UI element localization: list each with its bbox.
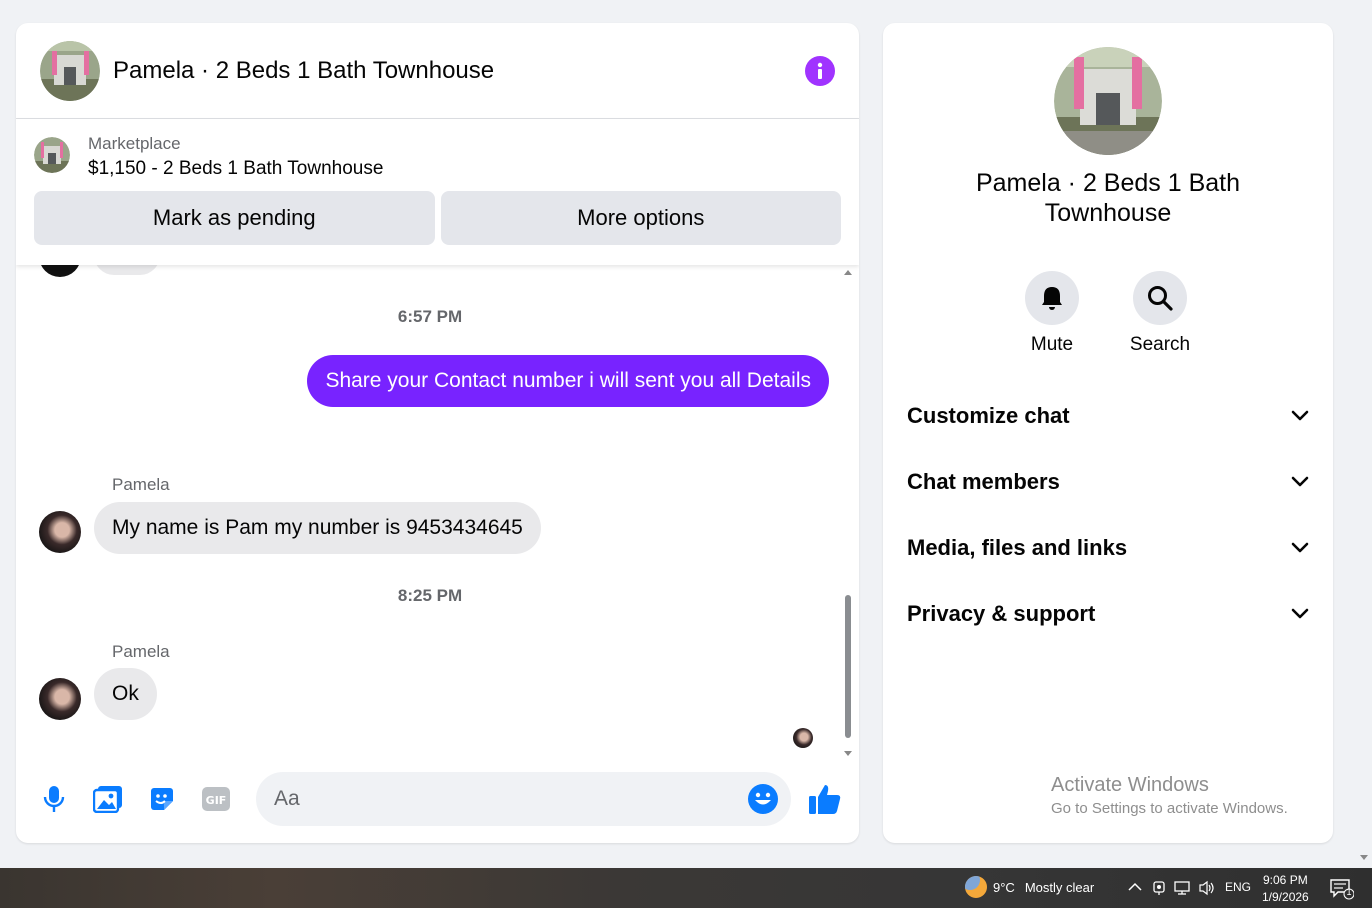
microphone-button[interactable]	[36, 781, 72, 817]
message-input-box	[256, 772, 791, 826]
taskbar: 9°C Mostly clear ENG 9:06 PM 1/9/2026 1	[0, 868, 1372, 908]
message-timestamp: 6:57 PM	[397, 307, 463, 326]
chat-header: Pamela · 2 Beds 1 Bath Townhouse	[16, 23, 859, 119]
profile-avatar[interactable]	[1054, 47, 1162, 155]
network-icon[interactable]	[1174, 880, 1192, 896]
sender-name: Pamela	[112, 475, 170, 494]
scroll-thumb[interactable]	[845, 595, 851, 738]
chat-avatar[interactable]	[40, 40, 100, 101]
weather-desc: Mostly clear	[1024, 879, 1095, 895]
notification-count: 1	[1346, 887, 1352, 897]
message-scrollbar[interactable]	[842, 267, 854, 756]
gif-button[interactable]: GIF	[198, 781, 234, 817]
section-label: Customize chat	[907, 403, 1070, 428]
chat-panel: Pamela · 2 Beds 1 Bath Townhouse Marketp…	[16, 23, 859, 843]
gif-icon: GIF	[202, 787, 230, 811]
weather-temp: 9°C	[993, 879, 1015, 895]
attach-image-button[interactable]	[90, 781, 126, 817]
info-button[interactable]	[805, 55, 835, 86]
like-icon	[809, 785, 841, 814]
svg-text:GIF: GIF	[206, 794, 227, 807]
message-bubble-partial	[94, 265, 160, 275]
message-input[interactable]	[274, 787, 747, 811]
message-timestamp: 8:25 PM	[397, 586, 463, 605]
listing-info[interactable]: Marketplace $1,150 - 2 Beds 1 Bath Townh…	[34, 133, 841, 183]
listing-name: $1,150 - 2 Beds 1 Bath Townhouse	[88, 158, 384, 179]
sender-avatar[interactable]	[39, 678, 81, 720]
chat-members-section[interactable]: Chat members	[907, 462, 1309, 502]
activate-windows-watermark: Activate Windows Go to Settings to activ…	[1051, 774, 1288, 817]
listing-text: Marketplace $1,150 - 2 Beds 1 Bath Townh…	[88, 133, 383, 183]
search-circle	[1133, 271, 1187, 325]
sticker-button[interactable]	[144, 781, 180, 817]
language-indicator[interactable]: ENG	[1225, 880, 1251, 894]
info-icon	[817, 62, 823, 79]
meet-icon[interactable]	[1152, 880, 1166, 896]
watermark-title: Activate Windows	[1051, 774, 1209, 796]
listing-source: Marketplace	[88, 134, 181, 153]
section-label: Chat members	[907, 469, 1060, 494]
chevron-down-icon	[1291, 410, 1309, 421]
section-label: Privacy & support	[907, 601, 1096, 626]
mute-button[interactable]: Mute	[1007, 271, 1097, 356]
weather-moon-icon	[965, 876, 987, 898]
sender-name: Pamela	[112, 642, 170, 661]
notification-center-button[interactable]: 1	[1330, 878, 1355, 903]
search-icon	[1148, 286, 1173, 311]
mark-as-pending-button[interactable]: Mark as pending	[34, 191, 435, 245]
more-options-button[interactable]: More options	[440, 191, 841, 245]
sender-avatar[interactable]	[39, 511, 81, 553]
image-icon	[93, 786, 122, 813]
media-files-links-section[interactable]: Media, files and links	[907, 528, 1309, 568]
mute-label: Mute	[1030, 334, 1074, 355]
avatar	[39, 265, 81, 277]
section-label: Media, files and links	[907, 535, 1128, 560]
clock-date: 1/9/2026	[1262, 890, 1309, 904]
like-button[interactable]	[807, 781, 843, 817]
chevron-down-icon	[1291, 476, 1309, 487]
conversation-details-panel: Pamela · 2 Beds 1 Bath Townhouse Mute Se…	[883, 23, 1333, 843]
message-composer: GIF	[16, 755, 859, 843]
chevron-down-icon	[1291, 542, 1309, 553]
incoming-message[interactable]: Ok	[94, 668, 157, 720]
show-hidden-icons-icon[interactable]	[1128, 882, 1142, 892]
customize-chat-section[interactable]: Customize chat	[907, 396, 1309, 436]
scroll-up-arrow[interactable]	[844, 270, 852, 275]
microphone-icon	[43, 786, 65, 812]
profile-name: Pamela · 2 Beds 1 Bath Townhouse	[975, 169, 1241, 227]
incoming-message[interactable]: My name is Pam my number is 9453434645	[94, 502, 541, 554]
watermark-subtitle: Go to Settings to activate Windows.	[1051, 800, 1288, 817]
outgoing-message[interactable]: Share your Contact number i will sent yo…	[307, 355, 829, 407]
privacy-support-section[interactable]: Privacy & support	[907, 594, 1309, 634]
volume-icon[interactable]	[1198, 880, 1216, 896]
taskbar-clock[interactable]: 9:06 PM 1/9/2026	[1262, 872, 1309, 906]
bell-icon	[1042, 287, 1062, 310]
search-label: Search	[1129, 334, 1191, 355]
chat-title: Pamela · 2 Beds 1 Bath Townhouse	[113, 56, 495, 84]
chevron-down-icon	[1291, 608, 1309, 619]
clock-time: 9:06 PM	[1263, 873, 1308, 887]
message-list[interactable]: 6:57 PM Share your Contact number i will…	[16, 265, 859, 758]
weather-widget[interactable]: 9°C Mostly clear	[965, 876, 1094, 898]
sticker-icon	[151, 788, 173, 810]
marketplace-listing: Marketplace $1,150 - 2 Beds 1 Bath Townh…	[16, 119, 859, 265]
listing-thumbnail	[34, 137, 70, 173]
emoji-icon[interactable]	[747, 783, 779, 815]
page-scroll-down-arrow[interactable]	[1360, 855, 1368, 860]
mute-circle	[1025, 271, 1079, 325]
seen-indicator-avatar	[793, 728, 813, 748]
listing-actions: Mark as pending More options	[34, 191, 841, 245]
search-button[interactable]: Search	[1115, 271, 1205, 356]
